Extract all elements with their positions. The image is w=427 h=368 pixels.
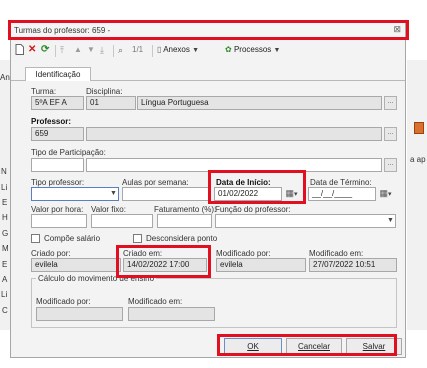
tipo-professor-label: Tipo professor: (31, 178, 85, 187)
delete-icon[interactable]: ✕ (28, 44, 36, 56)
modificado-em-label: Modificado em: (309, 249, 364, 258)
toolbar-separator (55, 45, 56, 57)
desconsidera-ponto-checkbox[interactable] (133, 234, 142, 243)
processes-button[interactable]: ✿ Processos ▼ (225, 44, 280, 57)
calculo-modificado-em-label: Modificado em: (128, 297, 183, 306)
modificado-por-field: evilela (216, 258, 306, 272)
criado-em-highlight-box (116, 245, 211, 278)
bg-label: M (2, 244, 9, 253)
tab-bar: Identificação (11, 65, 405, 82)
compoe-salario-label: Compõe salário (44, 234, 101, 243)
professor-code-field: 659 (31, 127, 84, 141)
compoe-salario-checkbox[interactable] (31, 234, 40, 243)
tipo-participacao-lookup-button[interactable]: ... (384, 158, 397, 172)
bg-label: C (2, 306, 8, 315)
valor-hora-label: Valor por hora: (31, 205, 84, 214)
professor-name-field (86, 127, 382, 141)
tipo-participacao-code-field[interactable] (31, 158, 84, 172)
chevron-down-icon: ▼ (192, 47, 200, 54)
attachments-button[interactable]: ▯ Anexos ▼ (157, 44, 199, 57)
title-highlight-box (8, 20, 409, 40)
toolbar-separator (152, 45, 153, 57)
valor-fixo-label: Valor fixo: (91, 205, 126, 214)
modificado-em-field: 27/07/2022 10:51 (309, 258, 397, 272)
refresh-icon[interactable]: ⟳ (41, 44, 49, 56)
bg-label: H (2, 213, 8, 222)
aulas-semana-field[interactable] (122, 187, 210, 201)
calendar-icon[interactable]: ▦▾ (377, 187, 394, 201)
data-inicio-highlight-box (208, 170, 306, 204)
disciplina-lookup-button[interactable]: ... (384, 96, 397, 110)
funcao-professor-select[interactable] (215, 214, 396, 228)
professor-label: Professor: (31, 117, 72, 126)
toolbar-separator (113, 45, 114, 57)
valor-fixo-field[interactable] (91, 214, 153, 228)
bg-label: An (0, 73, 10, 82)
toolbar: ✕ ⟳ ⤒ ▲ ▼ ⤓ ⌕ 1/1 ▯ Anexos ▼ ✿ Processos… (11, 41, 405, 61)
calculo-modificado-em-field (128, 307, 215, 321)
data-termino-label: Data de Término: (310, 178, 372, 187)
first-record-icon[interactable]: ⤒ (60, 44, 64, 56)
professor-lookup-button[interactable]: ... (384, 127, 397, 141)
aulas-semana-label: Aulas por semana: (122, 178, 189, 187)
criado-por-field: evilela (31, 258, 121, 272)
valor-hora-field[interactable] (31, 214, 87, 228)
tipo-participacao-label: Tipo de Participação: (31, 148, 106, 157)
modificado-por-label: Modificado por: (216, 249, 271, 258)
bg-right-icon (414, 122, 424, 134)
calculo-modificado-por-field (36, 307, 123, 321)
calculo-modificado-por-label: Modificado por: (36, 297, 91, 306)
chevron-down-icon: ▼ (110, 190, 117, 197)
bg-label: Li (1, 290, 8, 299)
bg-label: E (2, 260, 8, 269)
bg-label: N (1, 167, 7, 176)
processes-label: Processos (233, 45, 272, 54)
attachments-label: Anexos (163, 45, 190, 54)
form-panel: Turma: 5ºA EF A Disciplina: 01 Língua Po… (11, 81, 405, 333)
page-counter: 1/1 (132, 45, 144, 54)
tipo-professor-select[interactable] (31, 187, 119, 201)
bg-label: Li (1, 183, 8, 192)
new-record-icon[interactable] (15, 44, 24, 59)
tab-identificacao[interactable]: Identificação (25, 67, 91, 82)
faturamento-label: Faturamento (%): (154, 205, 217, 214)
bg-label: G (2, 229, 9, 238)
search-icon[interactable]: ⌕ (118, 44, 123, 56)
previous-record-icon[interactable]: ▲ (74, 44, 82, 56)
bg-right-label: a ap (410, 155, 426, 164)
processes-icon: ✿ (225, 45, 232, 54)
criado-por-label: Criado por: (31, 249, 71, 258)
background-right-strip (407, 60, 427, 330)
attachments-icon: ▯ (157, 45, 162, 54)
data-termino-field[interactable]: __/__/____ (308, 187, 376, 201)
faturamento-field[interactable] (157, 214, 212, 228)
bg-label: A (2, 275, 8, 284)
funcao-professor-label: Função do professor: (215, 205, 291, 214)
disciplina-label: Disciplina: (86, 87, 123, 96)
chevron-down-icon: ▼ (273, 47, 281, 54)
turma-label: Turma: (31, 87, 57, 96)
disciplina-code-field: 01 (86, 96, 136, 110)
last-record-icon[interactable]: ⤓ (100, 44, 104, 56)
buttons-highlight-box (217, 334, 397, 356)
turma-field: 5ºA EF A (31, 96, 84, 110)
desconsidera-ponto-label: Desconsidera ponto (146, 234, 218, 243)
next-record-icon[interactable]: ▼ (87, 44, 95, 56)
bg-label: E (2, 198, 8, 207)
chevron-down-icon: ▼ (387, 217, 394, 224)
disciplina-name-field: Língua Portuguesa (137, 96, 382, 110)
